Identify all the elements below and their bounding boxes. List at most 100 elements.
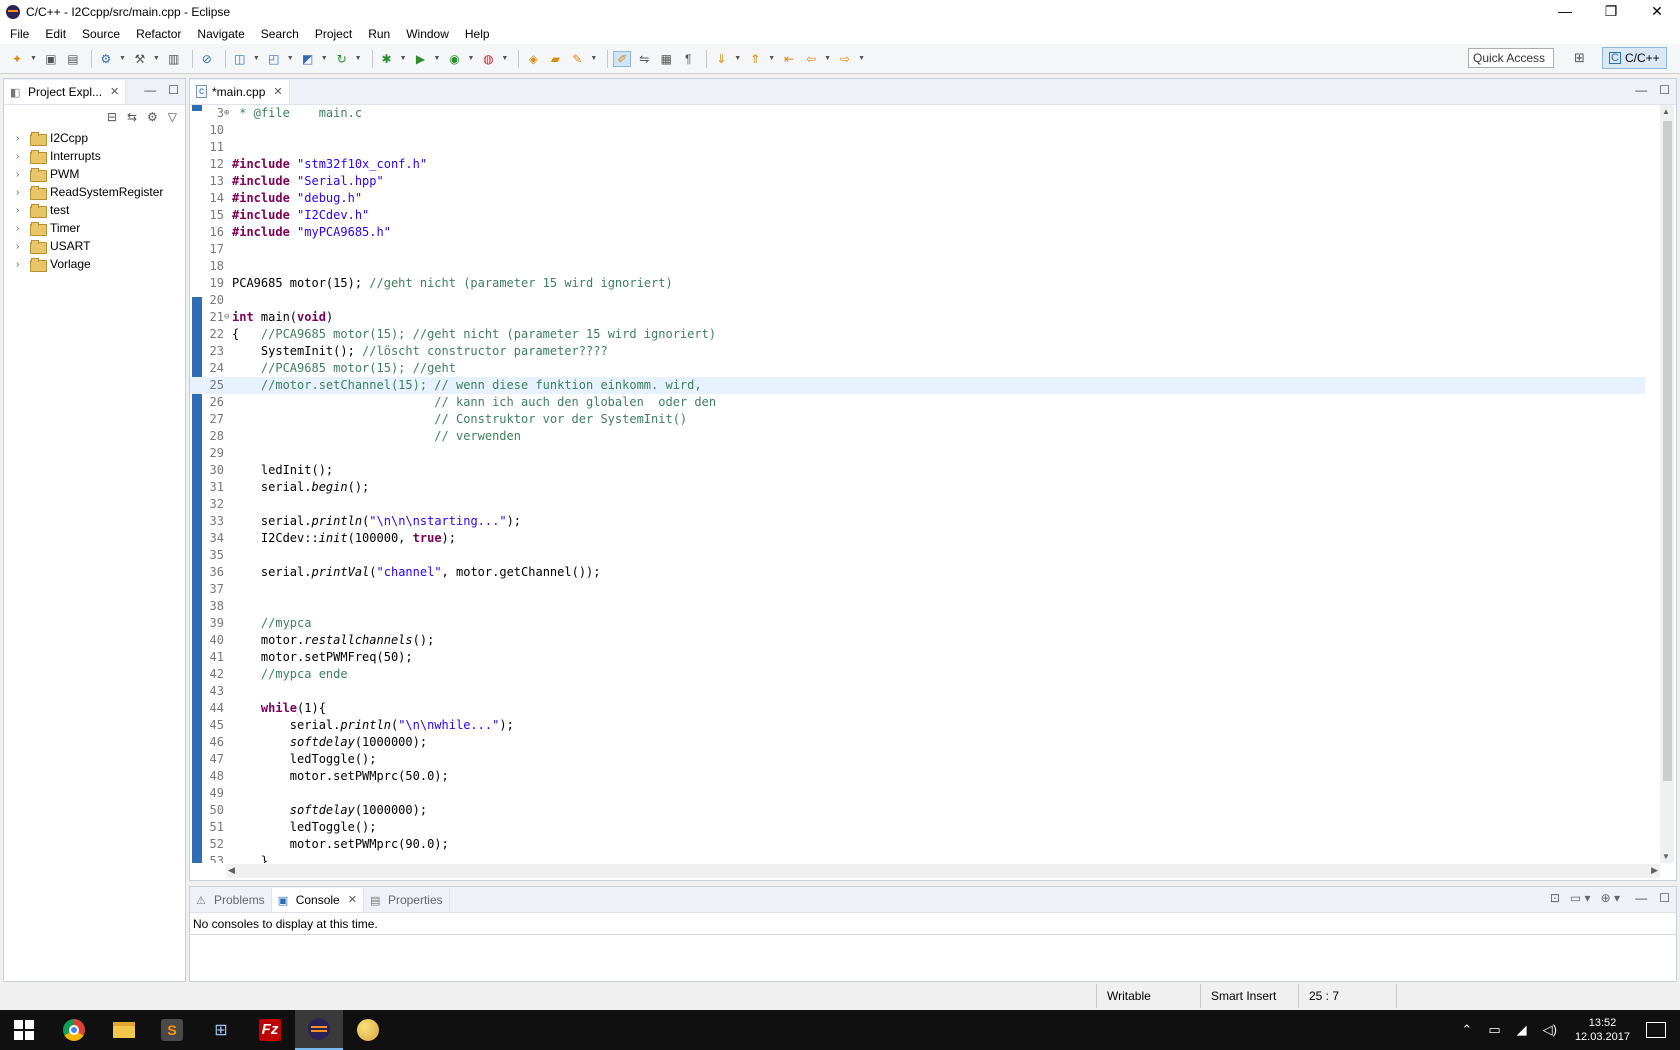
new-class-icon[interactable]: ◩ xyxy=(299,51,317,67)
chevron-up-icon[interactable]: ⌃ xyxy=(1461,1022,1472,1038)
scrollbar-thumb[interactable] xyxy=(1663,121,1672,781)
restore-button[interactable]: ❐ xyxy=(1588,0,1634,24)
external-tools-dropdown-icon[interactable]: ▼ xyxy=(501,55,508,62)
back-dropdown-icon[interactable]: ▼ xyxy=(824,55,831,62)
start-button[interactable] xyxy=(0,1010,48,1050)
clock[interactable]: 13:52 12.03.2017 xyxy=(1575,1016,1630,1044)
link-with-editor-icon[interactable]: ⇆ xyxy=(127,110,137,124)
build-hammer-icon[interactable]: ⚒ xyxy=(131,51,149,67)
taskbar-network-tool[interactable]: ⊞ xyxy=(197,1010,245,1050)
quick-access-input[interactable]: Quick Access xyxy=(1468,48,1554,68)
new-folder-dropdown-icon[interactable]: ▼ xyxy=(287,55,294,62)
tree-item[interactable]: › test xyxy=(4,201,185,219)
chevron-right-icon[interactable]: › xyxy=(16,169,28,180)
editor-vertical-scrollbar[interactable]: ▲ ▼ xyxy=(1660,105,1674,863)
menu-edit[interactable]: Edit xyxy=(37,27,74,41)
run-icon[interactable]: ▶ xyxy=(412,51,430,67)
tree-item[interactable]: › Interrupts xyxy=(4,147,185,165)
taskbar-paint[interactable] xyxy=(344,1010,392,1050)
menu-help[interactable]: Help xyxy=(457,27,498,41)
menu-file[interactable]: File xyxy=(2,27,37,41)
open-folder-icon[interactable]: ▰ xyxy=(546,51,564,67)
tab-project-explorer[interactable]: ◧ Project Expl... ✕ xyxy=(4,79,127,104)
maximize-panel-icon[interactable]: ☐ xyxy=(1659,891,1670,905)
menu-run[interactable]: Run xyxy=(360,27,398,41)
taskbar-file-explorer[interactable] xyxy=(100,1010,148,1050)
volume-icon[interactable]: ◁) xyxy=(1543,1022,1557,1038)
new-dropdown-icon[interactable]: ▼ xyxy=(30,55,37,62)
refresh-dropdown-icon[interactable]: ▼ xyxy=(355,55,362,62)
build-settings-dropdown-icon[interactable]: ▼ xyxy=(119,55,126,62)
menu-navigate[interactable]: Navigate xyxy=(189,27,252,41)
run-coverage-dropdown-icon[interactable]: ▼ xyxy=(467,55,474,62)
maximize-view-icon[interactable]: ☐ xyxy=(168,83,179,97)
close-icon[interactable]: ✕ xyxy=(273,85,282,98)
back-icon[interactable]: ⇦ xyxy=(802,51,820,67)
tab-problems[interactable]: ⚠ Problems xyxy=(190,887,272,912)
menu-source[interactable]: Source xyxy=(74,27,128,41)
search-dropdown-icon[interactable]: ▼ xyxy=(590,55,597,62)
tree-item[interactable]: › PWM xyxy=(4,165,185,183)
run-coverage-icon[interactable]: ◉ xyxy=(445,51,463,67)
new-project-icon[interactable]: ◫ xyxy=(231,51,249,67)
display-console-icon[interactable]: ▭ ▾ xyxy=(1570,891,1591,905)
close-icon[interactable]: ✕ xyxy=(348,893,357,906)
block-selection-icon[interactable]: ▦ xyxy=(657,51,675,67)
debug-icon[interactable]: ✱ xyxy=(378,51,396,67)
build-settings-icon[interactable]: ⚙ xyxy=(97,51,115,67)
new-icon[interactable]: ✦ xyxy=(8,51,26,67)
build-dropdown-icon[interactable]: ▼ xyxy=(153,55,160,62)
save-icon[interactable]: ▣ xyxy=(42,51,60,67)
tree-item[interactable]: › USART xyxy=(4,237,185,255)
next-annotation-icon[interactable]: ⇓ xyxy=(712,51,730,67)
chevron-right-icon[interactable]: › xyxy=(16,223,28,234)
scroll-right-icon[interactable]: ▶ xyxy=(1651,865,1658,876)
new-class-dropdown-icon[interactable]: ▼ xyxy=(321,55,328,62)
new-folder-icon[interactable]: ◰ xyxy=(265,51,283,67)
debug-dropdown-icon[interactable]: ▼ xyxy=(400,55,407,62)
maximize-editor-icon[interactable]: ☐ xyxy=(1659,83,1670,97)
previous-annotation-dropdown-icon[interactable]: ▼ xyxy=(768,55,775,62)
taskbar-sublime[interactable]: S xyxy=(148,1010,196,1050)
menu-window[interactable]: Window xyxy=(398,27,457,41)
fold-toggle-icon[interactable]: ⊖ xyxy=(224,309,229,326)
minimize-editor-icon[interactable]: — xyxy=(1635,83,1647,97)
filter-icon[interactable]: ⚙ xyxy=(147,110,158,124)
previous-annotation-icon[interactable]: ⇑ xyxy=(746,51,764,67)
last-edit-icon[interactable]: ⇤ xyxy=(780,51,798,67)
skip-breakpoints-icon[interactable]: ⊘ xyxy=(198,51,216,67)
open-perspective-icon[interactable]: ⊞ xyxy=(1574,50,1585,66)
taskbar-filezilla[interactable]: Fz xyxy=(246,1010,294,1050)
tab-main-cpp[interactable]: c *main.cpp ✕ xyxy=(190,79,290,104)
code-editor[interactable]: 3 ⊕ * @file main.c 10 11 12 #include "stm32f1… xyxy=(190,105,1660,863)
minimize-panel-icon[interactable]: — xyxy=(1635,891,1647,905)
mark-occurrences-icon[interactable]: ✐ xyxy=(613,50,632,67)
binary-icon[interactable]: ▥ xyxy=(165,51,183,67)
tree-item[interactable]: › I2Ccpp xyxy=(4,129,185,147)
run-dropdown-icon[interactable]: ▼ xyxy=(434,55,441,62)
tab-console[interactable]: ▣ Console ✕ xyxy=(271,887,364,912)
status-insert-mode[interactable]: Smart Insert xyxy=(1200,984,1298,1008)
search-icon[interactable]: ✎ xyxy=(568,51,586,67)
chevron-right-icon[interactable]: › xyxy=(16,205,28,216)
toggle-highlight-icon[interactable]: ⇋ xyxy=(635,51,653,67)
minimize-button[interactable]: — xyxy=(1542,0,1588,24)
fold-toggle-icon[interactable]: ⊕ xyxy=(224,105,229,122)
tree-item[interactable]: › Vorlage xyxy=(4,255,185,273)
show-whitespace-icon[interactable]: ¶ xyxy=(679,51,697,67)
close-window-button[interactable]: ✕ xyxy=(1634,0,1680,24)
external-tools-icon[interactable]: ◍ xyxy=(479,51,497,67)
view-menu-icon[interactable]: ▽ xyxy=(168,110,177,124)
close-icon[interactable]: ✕ xyxy=(110,85,119,98)
collapse-all-icon[interactable]: ⊟ xyxy=(107,110,117,124)
battery-icon[interactable]: ▭ xyxy=(1488,1022,1500,1038)
scroll-down-icon[interactable]: ▼ xyxy=(1662,852,1670,861)
chevron-right-icon[interactable]: › xyxy=(16,151,28,162)
tree-item[interactable]: › ReadSystemRegister xyxy=(4,183,185,201)
notifications-icon[interactable] xyxy=(1646,1022,1666,1038)
minimize-view-icon[interactable]: — xyxy=(144,83,156,97)
taskbar-eclipse[interactable] xyxy=(295,1010,343,1050)
chevron-right-icon[interactable]: › xyxy=(16,187,28,198)
scroll-up-icon[interactable]: ▲ xyxy=(1662,107,1670,116)
menu-refactor[interactable]: Refactor xyxy=(128,27,189,41)
